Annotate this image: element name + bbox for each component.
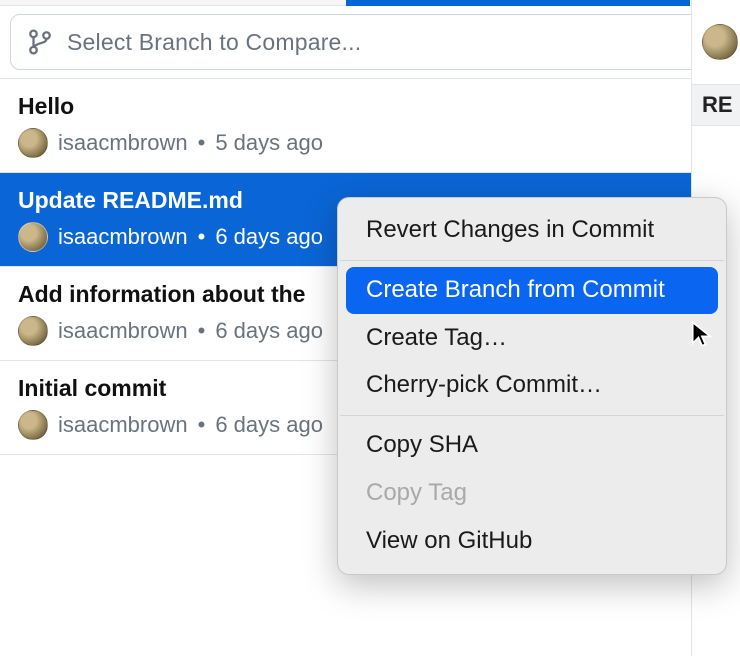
commit-meta: isaacmbrown • 5 days ago	[18, 128, 722, 158]
branch-compare-placeholder: Select Branch to Compare...	[67, 29, 361, 56]
commit-author: isaacmbrown	[58, 130, 188, 156]
commit-context-menu: Revert Changes in Commit Create Branch f…	[337, 197, 727, 575]
commit-time: 6 days ago	[215, 318, 323, 344]
menu-copy-sha[interactable]: Copy SHA	[346, 422, 718, 469]
branch-compare-selector[interactable]: Select Branch to Compare...	[10, 14, 730, 70]
menu-separator	[340, 415, 724, 416]
commit-author: isaacmbrown	[58, 318, 188, 344]
commit-title: Hello	[18, 93, 722, 120]
menu-view-on-github[interactable]: View on GitHub	[346, 518, 718, 565]
separator-dot: •	[198, 318, 206, 344]
commit-row[interactable]: Hello isaacmbrown • 5 days ago	[0, 79, 740, 173]
menu-create-branch[interactable]: Create Branch from Commit	[346, 267, 718, 314]
commit-time: 6 days ago	[215, 224, 323, 250]
avatar	[702, 24, 738, 60]
commit-time: 5 days ago	[215, 130, 323, 156]
file-header[interactable]: RE	[692, 84, 740, 126]
separator-dot: •	[198, 412, 206, 438]
menu-revert-changes[interactable]: Revert Changes in Commit	[346, 207, 718, 254]
avatar	[18, 128, 48, 158]
menu-create-tag[interactable]: Create Tag…	[346, 315, 718, 362]
avatar	[18, 222, 48, 252]
active-tab-indicator	[346, 0, 690, 6]
file-header-label: RE	[702, 92, 733, 118]
menu-copy-tag: Copy Tag	[346, 470, 718, 517]
commit-author: isaacmbrown	[58, 412, 188, 438]
separator-dot: •	[198, 130, 206, 156]
app-root: Select Branch to Compare... Hello isaacm…	[0, 0, 740, 656]
commit-author: isaacmbrown	[58, 224, 188, 250]
menu-cherry-pick[interactable]: Cherry-pick Commit…	[346, 362, 718, 409]
avatar	[18, 316, 48, 346]
git-branch-icon	[27, 27, 53, 57]
tab-strip	[0, 0, 740, 6]
avatar	[18, 410, 48, 440]
menu-separator	[340, 260, 724, 261]
separator-dot: •	[198, 224, 206, 250]
commit-time: 6 days ago	[215, 412, 323, 438]
